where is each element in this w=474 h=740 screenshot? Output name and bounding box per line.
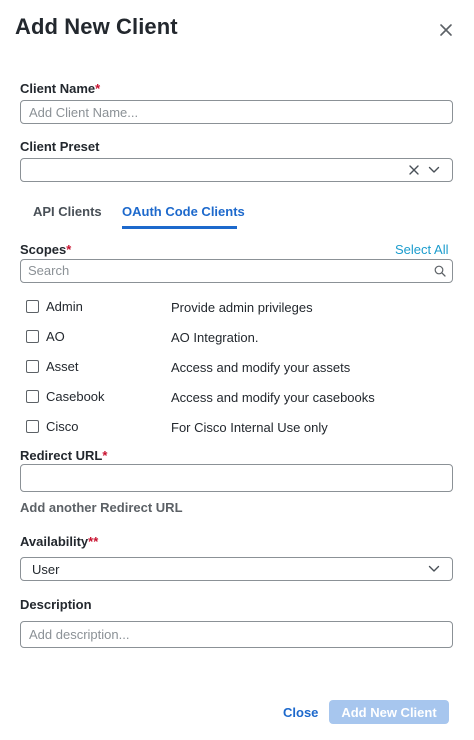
client-type-tabs: API Clients OAuth Code Clients <box>20 196 453 230</box>
scopes-search-input[interactable] <box>21 260 421 281</box>
add-client-dialog: Add New Client Client Name* Client Prese… <box>0 0 474 740</box>
scope-row[interactable]: Admin Provide admin privileges <box>20 296 453 320</box>
redirect-url-label-text: Redirect URL <box>20 448 103 463</box>
scope-description: AO Integration. <box>171 330 259 345</box>
required-mark: ** <box>88 534 99 549</box>
description-input[interactable] <box>20 621 453 648</box>
client-preset-label: Client Preset <box>20 139 100 154</box>
description-label: Description <box>20 597 92 612</box>
scope-description: For Cisco Internal Use only <box>171 420 328 435</box>
scopes-label: Scopes* <box>20 242 71 257</box>
scopes-label-text: Scopes <box>20 242 67 257</box>
scope-name: AO <box>46 329 65 344</box>
search-icon <box>434 265 446 277</box>
scope-name: Cisco <box>46 419 79 434</box>
scope-description: Access and modify your casebooks <box>171 390 375 405</box>
availability-label-text: Availability <box>20 534 89 549</box>
redirect-url-input[interactable] <box>20 464 453 492</box>
availability-label: Availability** <box>20 534 98 549</box>
chevron-down-icon[interactable] <box>428 564 440 574</box>
scope-row[interactable]: Cisco For Cisco Internal Use only <box>20 416 453 440</box>
scope-description: Provide admin privileges <box>171 300 313 315</box>
add-redirect-url-link[interactable]: Add another Redirect URL <box>20 500 183 515</box>
scope-row[interactable]: Casebook Access and modify your casebook… <box>20 386 453 410</box>
scope-row[interactable]: Asset Access and modify your assets <box>20 356 453 380</box>
scope-name: Admin <box>46 299 83 314</box>
add-new-client-button[interactable]: Add New Client <box>329 700 449 724</box>
client-preset-select[interactable] <box>20 158 453 182</box>
scope-row[interactable]: AO AO Integration. <box>20 326 453 350</box>
close-icon[interactable] <box>436 20 456 40</box>
redirect-url-label: Redirect URL* <box>20 448 107 463</box>
select-all-link[interactable]: Select All <box>395 242 448 257</box>
required-mark: * <box>66 242 72 257</box>
scope-checkbox[interactable] <box>26 360 39 373</box>
client-name-input[interactable] <box>20 100 453 124</box>
scopes-search <box>20 259 453 283</box>
required-mark: * <box>95 81 101 96</box>
availability-select[interactable]: User <box>20 557 453 581</box>
scope-description: Access and modify your assets <box>171 360 351 375</box>
scope-checkbox[interactable] <box>26 330 39 343</box>
availability-value: User <box>32 562 60 577</box>
chevron-down-icon[interactable] <box>428 165 440 175</box>
client-name-label: Client Name* <box>20 81 100 96</box>
dialog-title: Add New Client <box>15 14 178 39</box>
scope-name: Asset <box>46 359 79 374</box>
scope-checkbox[interactable] <box>26 420 39 433</box>
scope-name: Casebook <box>46 389 105 404</box>
tab-api-clients[interactable]: API Clients <box>33 196 102 230</box>
tab-oauth-code-clients[interactable]: OAuth Code Clients <box>122 196 245 230</box>
clear-icon[interactable] <box>408 164 420 176</box>
client-name-label-text: Client Name <box>20 81 96 96</box>
close-button[interactable]: Close <box>283 705 318 720</box>
required-mark: * <box>102 448 108 463</box>
scope-checkbox[interactable] <box>26 300 39 313</box>
active-tab-indicator <box>122 226 237 229</box>
scope-checkbox[interactable] <box>26 390 39 403</box>
